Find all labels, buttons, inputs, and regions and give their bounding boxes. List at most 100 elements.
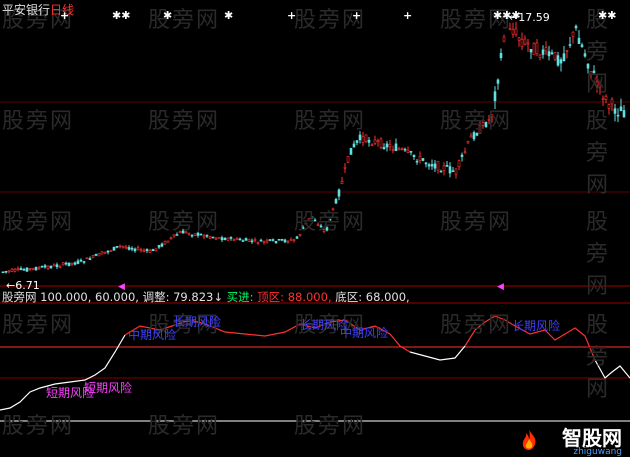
- candle-body: [163, 241, 167, 245]
- candle-body: [481, 122, 485, 126]
- candle-body: [550, 52, 554, 54]
- candle-body: [241, 240, 245, 242]
- candle-body: [598, 81, 602, 88]
- signal-star-icon: ✱: [163, 9, 173, 22]
- candle-body: [271, 239, 275, 241]
- candle-body: [238, 238, 242, 241]
- candle-body: [259, 239, 263, 242]
- candle-body: [583, 53, 587, 57]
- candle-body: [559, 59, 563, 64]
- candle-body: [337, 189, 341, 197]
- candle-body: [391, 149, 395, 151]
- candle-body: [217, 236, 221, 239]
- candle-body: [469, 135, 473, 138]
- candle-body: [127, 247, 131, 250]
- candle-body: [457, 160, 461, 168]
- candle-body: [70, 262, 74, 265]
- candle-body: [85, 257, 89, 260]
- candle-body: [211, 236, 215, 239]
- signal-star-icon: ✱✱: [112, 9, 131, 22]
- candle-body: [526, 42, 530, 45]
- candle-body: [220, 237, 224, 241]
- flame-logo-icon: [522, 430, 536, 450]
- candle-body: [40, 266, 44, 268]
- candle-body: [145, 249, 149, 251]
- candle-body: [7, 270, 11, 273]
- candle-body: [154, 248, 158, 251]
- candle-body: [175, 234, 179, 236]
- candle-body: [436, 161, 440, 171]
- candle-body: [589, 71, 593, 75]
- stock-name: 平安银行: [2, 3, 51, 17]
- bottom-zone-value: 68.000,: [365, 290, 410, 304]
- signal-star-icon: +: [403, 9, 413, 22]
- candle-body: [172, 234, 176, 237]
- adjust-label: 调整:: [142, 290, 170, 304]
- candle-body: [139, 249, 143, 251]
- candle-body: [286, 240, 290, 243]
- candle-body: [487, 118, 491, 121]
- candle-body: [622, 110, 626, 118]
- candle-body: [199, 233, 203, 236]
- indicator-line: [594, 359, 630, 379]
- candle-body: [574, 25, 578, 29]
- candle-body: [64, 262, 68, 265]
- candle-body: [82, 261, 86, 263]
- candle-body: [352, 143, 356, 148]
- candle-body: [325, 227, 329, 231]
- candle-body: [205, 234, 209, 237]
- candle-body: [136, 247, 140, 250]
- candle-body: [367, 139, 371, 143]
- candle-body: [229, 236, 233, 239]
- candle-body: [328, 218, 332, 221]
- candle-body: [94, 253, 98, 256]
- candle-body: [19, 268, 23, 271]
- candle-body: [283, 239, 287, 243]
- candle-body: [181, 230, 185, 234]
- candle-body: [580, 44, 584, 47]
- candle-body: [247, 238, 251, 242]
- candle-body: [529, 48, 533, 53]
- candle-body: [421, 158, 425, 161]
- candle-body: [73, 262, 77, 265]
- candle-body: [394, 143, 398, 151]
- candle-body: [256, 242, 260, 245]
- candle-body: [565, 50, 569, 52]
- candle-body: [532, 42, 536, 55]
- candle-body: [226, 237, 230, 241]
- candle-body: [454, 168, 458, 175]
- mid-risk-annotation: 中期风险: [128, 328, 177, 342]
- candle-body: [322, 229, 326, 232]
- candle-body: [52, 264, 56, 267]
- candle-body: [418, 156, 422, 162]
- candle-body: [115, 246, 119, 248]
- candle-body: [463, 151, 467, 154]
- candle-body: [382, 147, 386, 150]
- candle-body: [403, 148, 407, 151]
- candle-body: [553, 52, 557, 60]
- candle-body: [412, 154, 416, 158]
- candle-body: [121, 245, 125, 248]
- candle-body: [118, 245, 122, 248]
- right-marker-icon: ◀: [497, 282, 504, 292]
- candle-body: [184, 231, 188, 234]
- candle-body: [277, 238, 281, 241]
- candle-body: [190, 234, 194, 237]
- candle-body: [535, 42, 539, 54]
- candle-body: [406, 149, 410, 153]
- candle-body: [511, 29, 515, 35]
- candle-body: [385, 143, 389, 148]
- candle-body: [235, 237, 239, 240]
- candle-body: [361, 136, 365, 143]
- indicator-name: 股旁网: [2, 290, 37, 304]
- candle-body: [106, 250, 110, 253]
- candle-body: [571, 31, 575, 37]
- candle-body: [13, 268, 17, 272]
- candle-body: [523, 38, 527, 45]
- candle-body: [517, 37, 521, 41]
- candle-body: [76, 260, 80, 264]
- candle-body: [160, 243, 164, 247]
- candle-body: [400, 148, 404, 150]
- candle-body: [538, 54, 542, 59]
- candle-body: [556, 55, 560, 66]
